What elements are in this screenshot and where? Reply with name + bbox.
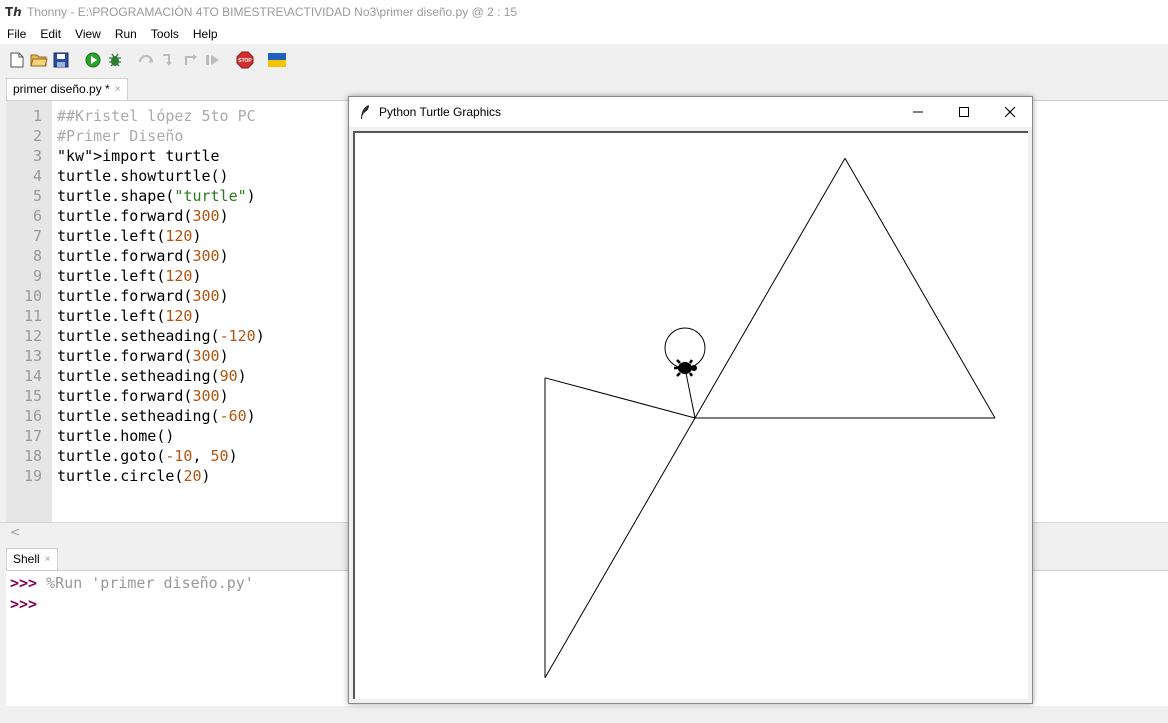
- resume-icon[interactable]: [204, 51, 222, 69]
- code-lines[interactable]: ##Kristel lópez 5to PC #Primer Diseño "kw"…: [57, 106, 265, 486]
- close-button[interactable]: [987, 97, 1033, 127]
- step-into-icon[interactable]: [160, 51, 178, 69]
- line-number: 11: [23, 307, 42, 325]
- turtle-line: [694, 157, 846, 419]
- code-line: ##Kristel lópez 5to PC: [57, 107, 256, 125]
- run-icon[interactable]: [84, 51, 102, 69]
- step-out-icon[interactable]: [182, 51, 200, 69]
- shell-tab-close-icon[interactable]: ×: [45, 549, 51, 570]
- turtle-drawing: [544, 157, 996, 679]
- line-number: 13: [23, 347, 42, 365]
- line-number: 14: [23, 367, 42, 385]
- code-line: turtle.home(): [57, 427, 175, 445]
- shell-tab-label: Shell: [13, 552, 40, 566]
- maximize-icon: [959, 107, 969, 117]
- tab-shell[interactable]: Shell ×: [6, 548, 58, 570]
- svg-text:STOP: STOP: [238, 58, 252, 64]
- code-line: turtle.goto(-10, 50): [57, 447, 238, 465]
- menu-tools[interactable]: Tools: [144, 27, 186, 41]
- shell-line[interactable]: >>>: [10, 594, 37, 614]
- code-line: turtle.setheading(90): [57, 367, 247, 385]
- line-number-gutter: 1 2 3 4 5 6 7 8 9 10 11 12 13 14 15 16 1…: [6, 101, 52, 523]
- menu-view[interactable]: View: [68, 27, 108, 41]
- tab-label: primer diseño.py *: [13, 82, 110, 96]
- shell-run-command: %Run 'primer diseño.py': [37, 574, 254, 592]
- debug-icon[interactable]: [106, 51, 124, 69]
- stop-icon[interactable]: STOP: [236, 51, 254, 69]
- line-number: 6: [32, 207, 42, 225]
- tab-primer-diseno[interactable]: primer diseño.py * ×: [6, 78, 128, 100]
- toolbar: STOP: [0, 44, 1168, 76]
- code-line: turtle.left(120): [57, 267, 202, 285]
- line-number: 3: [32, 147, 42, 165]
- turtle-window-title: Python Turtle Graphics: [379, 105, 502, 119]
- line-number: 1: [32, 107, 42, 125]
- menu-file[interactable]: File: [0, 27, 33, 41]
- tab-close-icon[interactable]: ×: [115, 79, 121, 100]
- menu-help[interactable]: Help: [186, 27, 225, 41]
- code-line: turtle.left(120): [57, 227, 202, 245]
- new-file-icon[interactable]: [8, 51, 26, 69]
- shell-line: >>> %Run 'primer diseño.py': [10, 573, 254, 593]
- scroll-left-icon[interactable]: <: [10, 525, 20, 539]
- line-number: 16: [23, 407, 42, 425]
- turtle-line: [844, 157, 996, 419]
- line-number: 10: [23, 287, 42, 305]
- turtle-graphics-window[interactable]: Python Turtle Graphics: [348, 96, 1033, 704]
- shell-prompt: >>>: [10, 574, 38, 592]
- code-line: turtle.setheading(-120): [57, 327, 265, 345]
- turtle-icon: [674, 359, 697, 377]
- line-number: 15: [23, 387, 42, 405]
- code-line: turtle.forward(300): [57, 207, 229, 225]
- code-line: "kw">import turtle: [57, 147, 220, 165]
- code-line: turtle.forward(300): [57, 347, 229, 365]
- code-line: #Primer Diseño: [57, 127, 184, 145]
- turtle-line: [544, 417, 696, 679]
- turtle-line: [544, 377, 696, 419]
- code-line: turtle.circle(20): [57, 467, 211, 485]
- code-line: turtle.forward(300): [57, 247, 229, 265]
- line-number: 5: [32, 187, 42, 205]
- title-bar: Tℎ Thonny - E:\PROGRAMACIÓN 4TO BIMESTRE…: [0, 0, 1168, 24]
- code-line: turtle.setheading(-60): [57, 407, 256, 425]
- maximize-button[interactable]: [941, 97, 987, 127]
- thonny-app: Tℎ Thonny - E:\PROGRAMACIÓN 4TO BIMESTRE…: [0, 0, 1168, 723]
- minimize-button[interactable]: [895, 97, 941, 127]
- minimize-icon: [913, 111, 923, 113]
- line-number: 19: [23, 467, 42, 485]
- menu-bar: File Edit View Run Tools Help: [0, 24, 1168, 44]
- code-line: turtle.showturtle(): [57, 167, 229, 185]
- step-over-icon[interactable]: [138, 51, 156, 69]
- line-number: 9: [32, 267, 42, 285]
- ukraine-flag-icon[interactable]: [268, 51, 286, 69]
- code-line: turtle.shape("turtle"): [57, 187, 256, 205]
- line-number: 12: [23, 327, 42, 345]
- feather-icon: [361, 105, 369, 119]
- window-title: Thonny - E:\PROGRAMACIÓN 4TO BIMESTRE\AC…: [27, 5, 518, 19]
- code-line: turtle.forward(300): [57, 387, 229, 405]
- line-number: 17: [23, 427, 42, 445]
- turtle-window-title-bar[interactable]: Python Turtle Graphics: [349, 97, 1032, 127]
- menu-edit[interactable]: Edit: [33, 27, 68, 41]
- turtle-line: [684, 367, 696, 419]
- line-number: 8: [32, 247, 42, 265]
- line-number: 18: [23, 447, 42, 465]
- status-bar: [0, 706, 1168, 723]
- line-number: 4: [32, 167, 42, 185]
- save-icon[interactable]: [52, 51, 70, 69]
- close-icon: [1004, 106, 1016, 118]
- turtle-canvas[interactable]: [353, 131, 1028, 699]
- line-number: 2: [32, 127, 42, 145]
- code-line: turtle.forward(300): [57, 287, 229, 305]
- thonny-logo-icon: Tℎ: [5, 5, 22, 19]
- menu-run[interactable]: Run: [108, 27, 144, 41]
- line-number: 7: [32, 227, 42, 245]
- code-line: turtle.left(120): [57, 307, 202, 325]
- open-file-icon[interactable]: [30, 51, 48, 69]
- shell-prompt: >>>: [10, 595, 38, 613]
